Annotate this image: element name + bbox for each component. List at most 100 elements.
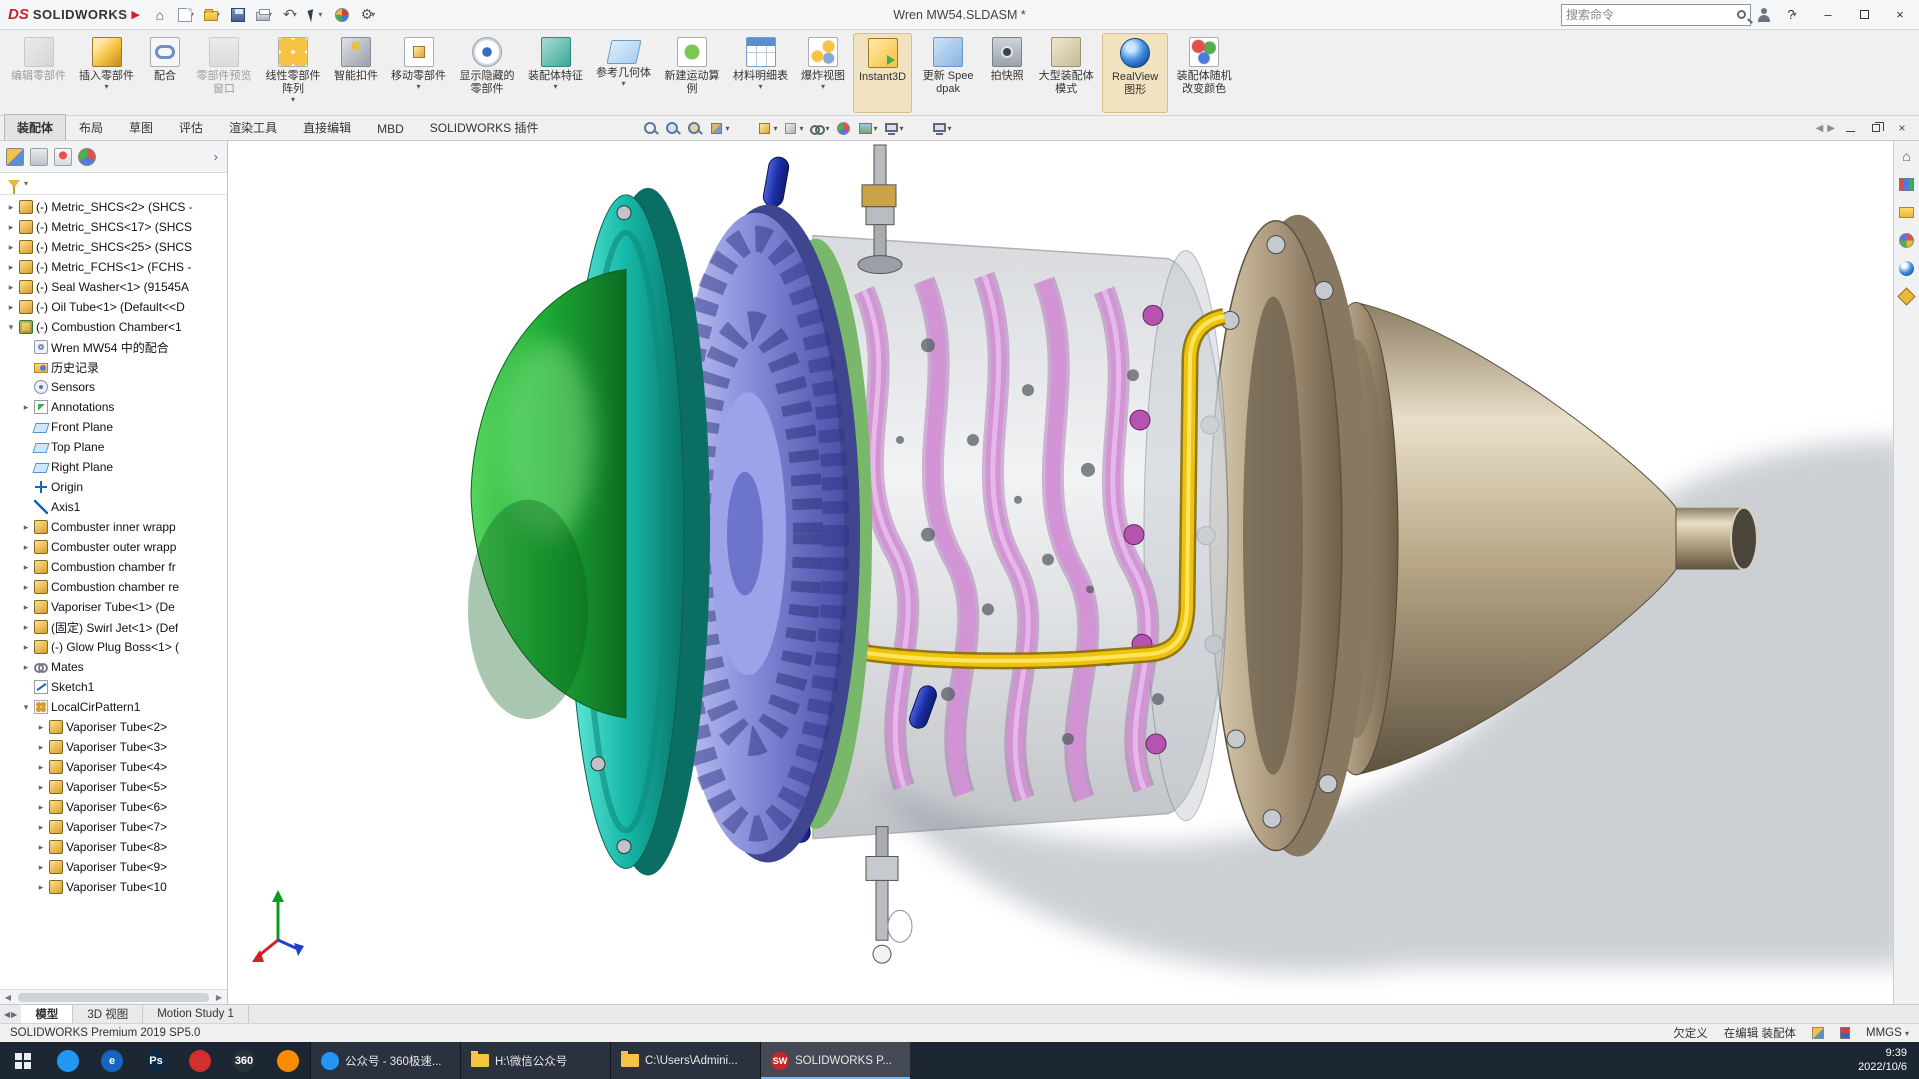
appearances-scenes-icon[interactable] xyxy=(1898,259,1916,277)
model-tab[interactable]: 3D 视图 xyxy=(73,1005,143,1023)
taskbar-app-icon[interactable]: e xyxy=(90,1042,134,1079)
ribbon-button[interactable]: 参考几何体 ▾ xyxy=(591,33,656,113)
taskbar-app-icon[interactable]: 360 xyxy=(222,1042,266,1079)
tree-item[interactable]: ▾ (-) Combustion Chamber<1 xyxy=(0,317,227,337)
doc-restore-button[interactable] xyxy=(1865,119,1887,138)
tree-expand-arrow[interactable]: ▾ xyxy=(21,702,31,713)
model-tab[interactable]: Motion Study 1 xyxy=(143,1005,249,1023)
rebuild-button[interactable] xyxy=(330,4,354,26)
ribbon-button[interactable]: 配合 xyxy=(142,33,188,113)
tree-expand-arrow[interactable]: ▸ xyxy=(36,762,46,773)
scroll-left-icon[interactable]: ◀ xyxy=(0,993,16,1002)
tree-item[interactable]: Right Plane xyxy=(0,457,227,477)
bottom-drain-fitting[interactable] xyxy=(866,827,912,964)
taskbar-app-icon[interactable]: Ps xyxy=(134,1042,178,1079)
tree-item[interactable]: ▸ (-) Metric_FCHS<1> (FCHS - xyxy=(0,257,227,277)
ribbon-button[interactable]: 移动零部件 ▾ xyxy=(386,33,451,113)
ribbon-button[interactable]: 插入零部件 ▾ xyxy=(74,33,139,113)
tree-item[interactable]: ▸ Combuster outer wrapp xyxy=(0,537,227,557)
command-tab[interactable]: 直接编辑 xyxy=(290,114,364,140)
tree-expand-arrow[interactable]: ▸ xyxy=(21,622,31,633)
undo-button[interactable]: ↶▾ xyxy=(278,4,302,26)
tree-expand-arrow[interactable]: ▸ xyxy=(36,782,46,793)
tree-item[interactable]: Sensors xyxy=(0,377,227,397)
options-button[interactable]: ⚙▾ xyxy=(356,4,380,26)
view-tool-button[interactable]: ▾ xyxy=(856,118,880,138)
ribbon-button[interactable]: 装配体随机改变颜色 xyxy=(1171,33,1237,113)
tab-scroll-controls[interactable]: ◀ ▶ xyxy=(0,1005,21,1023)
command-tab[interactable]: 渲染工具 xyxy=(216,114,290,140)
ribbon-button[interactable]: 线性零部件阵列 ▾ xyxy=(260,33,326,113)
taskbar-window-button[interactable]: SW SOLIDWORKS P... xyxy=(760,1042,910,1079)
tree-expand-arrow[interactable]: ▸ xyxy=(21,542,31,553)
tree-item[interactable]: ▸ (-) Metric_SHCS<2> (SHCS - xyxy=(0,197,227,217)
tree-item[interactable]: ▸ Vaporiser Tube<9> xyxy=(0,857,227,877)
combustion-chamber[interactable] xyxy=(813,236,1228,839)
close-button[interactable]: × xyxy=(1885,3,1915,27)
view-tool-button[interactable] xyxy=(685,118,705,138)
view-palette-icon[interactable] xyxy=(1898,231,1916,249)
tree-item[interactable]: ▸ (固定) Swirl Jet<1> (Def xyxy=(0,617,227,637)
tree-item[interactable]: ▸ (-) Glow Plug Boss<1> ( xyxy=(0,637,227,657)
tree-expand-arrow[interactable]: ▸ xyxy=(36,882,46,893)
ribbon-button[interactable]: 装配体特征 ▾ xyxy=(523,33,588,113)
tree-expand-arrow[interactable]: ▸ xyxy=(21,582,31,593)
view-tool-button[interactable]: ▾ xyxy=(781,118,805,138)
taskbar-window-button[interactable]: C:\Users\Admini... xyxy=(610,1042,760,1079)
tree-expand-arrow[interactable]: ▸ xyxy=(21,602,31,613)
tree-item[interactable]: ▸ Vaporiser Tube<7> xyxy=(0,817,227,837)
view-tool-button[interactable] xyxy=(834,118,854,138)
view-tool-button[interactable]: ▾ xyxy=(755,118,779,138)
tree-item[interactable]: ▸ Vaporiser Tube<4> xyxy=(0,757,227,777)
maximize-button[interactable] xyxy=(1849,3,1879,27)
design-library-icon[interactable] xyxy=(1898,175,1916,193)
open-button[interactable]: ▾ xyxy=(200,4,224,26)
tree-expand-arrow[interactable]: ▸ xyxy=(6,302,16,313)
ribbon-button[interactable]: 材料明细表 ▾ xyxy=(728,33,793,113)
tree-expand-arrow[interactable]: ▸ xyxy=(36,842,46,853)
tree-item[interactable]: Front Plane xyxy=(0,417,227,437)
scroll-right-icon[interactable]: ▶ xyxy=(211,993,227,1002)
tree-expand-arrow[interactable]: ▸ xyxy=(21,522,31,533)
taskbar-app-icon[interactable] xyxy=(178,1042,222,1079)
command-tab[interactable]: 装配体 xyxy=(4,114,66,140)
ribbon-button[interactable]: 大型装配体模式 xyxy=(1033,33,1099,113)
feature-tree-tab-icon[interactable] xyxy=(6,148,24,166)
tree-expand-arrow[interactable]: ▸ xyxy=(36,742,46,753)
display-manager-tab-icon[interactable] xyxy=(78,148,96,166)
tree-expand-arrow[interactable]: ▾ xyxy=(6,322,16,333)
tree-item[interactable]: ▸ Mates xyxy=(0,657,227,677)
tree-item[interactable]: ▸ (-) Metric_SHCS<25> (SHCS xyxy=(0,237,227,257)
ribbon-button[interactable]: 拍快照 xyxy=(984,33,1030,113)
tree-item[interactable]: ▸ Combuster inner wrapp xyxy=(0,517,227,537)
command-tab[interactable]: SOLIDWORKS 插件 xyxy=(417,114,552,140)
custom-properties-icon[interactable] xyxy=(1898,287,1916,305)
tree-item[interactable]: ▸ (-) Oil Tube<1> (Default<<D xyxy=(0,297,227,317)
taskbar-window-button[interactable]: H:\微信公众号 xyxy=(460,1042,610,1079)
tree-item[interactable]: ▸ Vaporiser Tube<8> xyxy=(0,837,227,857)
view-tool-button[interactable] xyxy=(908,118,928,138)
graphics-viewport[interactable] xyxy=(228,141,1893,1004)
ribbon-button[interactable]: 新建运动算例 xyxy=(659,33,725,113)
ribbon-button[interactable]: 编辑零部件 xyxy=(6,33,71,113)
tree-item[interactable]: Top Plane xyxy=(0,437,227,457)
tree-expand-arrow[interactable]: ▸ xyxy=(36,822,46,833)
taskbar-clock[interactable]: 9:39 2022/10/6 xyxy=(1846,1042,1919,1079)
window-forward-icon[interactable]: ▶ xyxy=(1827,123,1835,134)
tree-item[interactable]: Sketch1 xyxy=(0,677,227,697)
tree-expand-arrow[interactable]: ▸ xyxy=(21,402,31,413)
file-explorer-icon[interactable] xyxy=(1898,203,1916,221)
ribbon-button[interactable]: 更新 Speedpak xyxy=(915,33,981,113)
window-back-icon[interactable]: ◀ xyxy=(1816,123,1824,134)
command-tab[interactable]: 布局 xyxy=(66,114,116,140)
home-button[interactable]: ⌂ xyxy=(148,4,172,26)
resources-home-icon[interactable]: ⌂ xyxy=(1898,147,1916,165)
tree-item[interactable]: ▾ LocalCirPattern1 xyxy=(0,697,227,717)
tree-expand-arrow[interactable]: ▸ xyxy=(6,262,16,273)
tab-scroll-right-icon[interactable]: ▶ xyxy=(11,1010,17,1019)
ribbon-button[interactable]: Instant3D xyxy=(853,33,912,113)
help-button[interactable]: ?▾ xyxy=(1777,3,1807,27)
tree-item[interactable]: 历史记录 xyxy=(0,357,227,377)
tree-item[interactable]: ▸ Combustion chamber fr xyxy=(0,557,227,577)
command-search-input[interactable]: 搜索命令 xyxy=(1561,4,1751,26)
